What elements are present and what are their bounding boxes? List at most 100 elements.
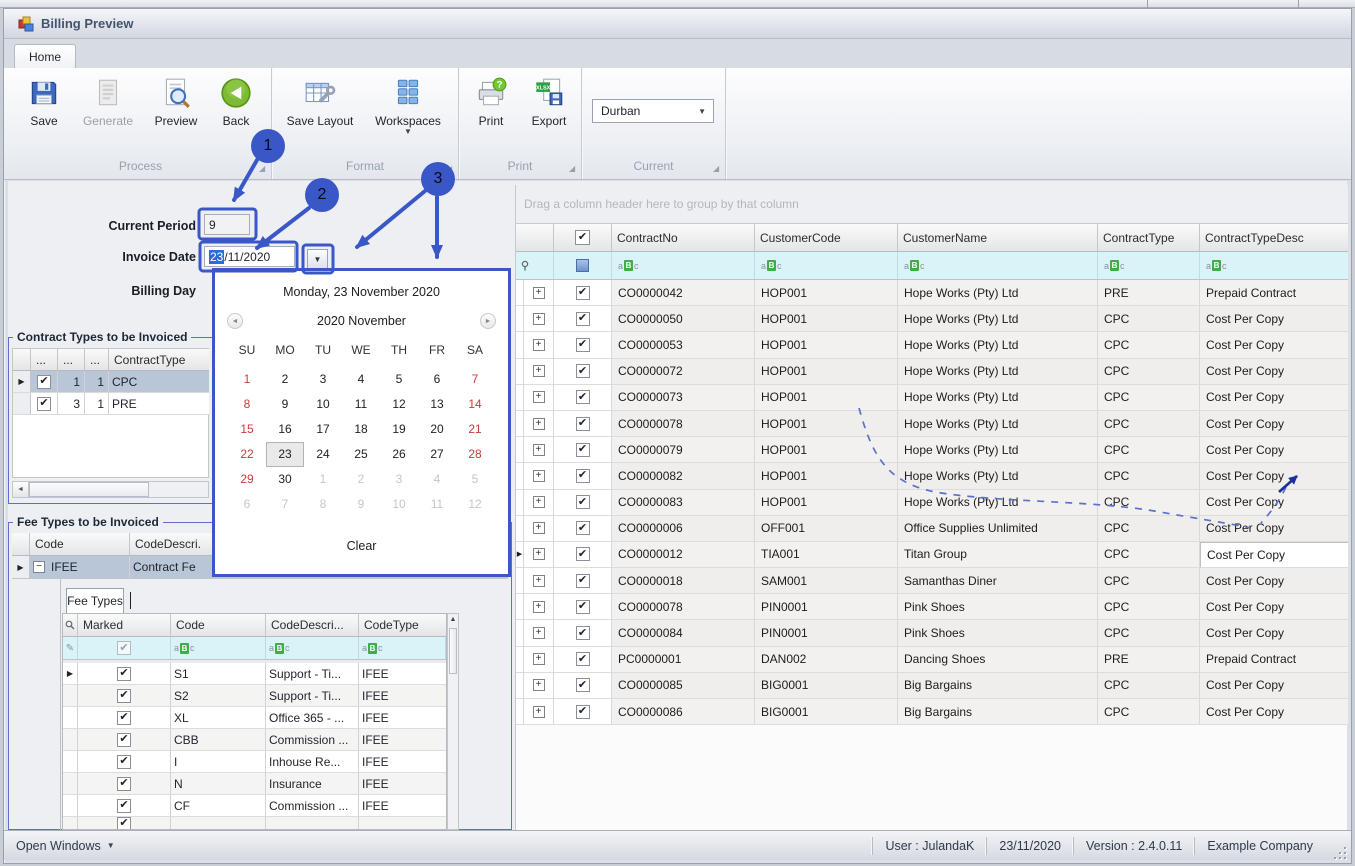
cell-contract-no[interactable]: CO0000085 [612, 673, 755, 699]
cell-contract-type-desc[interactable]: Cost Per Copy [1200, 542, 1348, 568]
checkbox-cell[interactable]: ✔ [78, 817, 171, 830]
cell-customer-code[interactable]: TIA001 [755, 542, 898, 568]
contract-type-row[interactable]: ✔31PRE [13, 393, 209, 415]
cell-customer-code[interactable]: HOP001 [755, 385, 898, 411]
checkbox-cell[interactable]: ✔ [554, 306, 612, 332]
checkbox-icon[interactable]: ✔ [576, 364, 590, 378]
calendar-day[interactable]: 22 [228, 442, 266, 467]
checkbox-cell[interactable]: ✔ [31, 393, 58, 414]
fee-type-row[interactable]: ✔S2Support - Ti...IFEE [63, 685, 446, 707]
cell-contract-type[interactable]: CPC [1098, 542, 1200, 568]
cell-code[interactable]: S2 [171, 685, 266, 706]
cell-customer-name[interactable]: Pink Shoes [898, 620, 1098, 646]
cell-description[interactable]: Inhouse Re... [266, 751, 359, 772]
column-header-codedescription[interactable]: CodeDescri... [266, 614, 359, 637]
select-all-checkbox[interactable]: ✔ [554, 224, 612, 252]
cell-contract-type-desc[interactable]: Cost Per Copy [1200, 673, 1348, 699]
title-bar[interactable]: Billing Preview [4, 9, 1351, 39]
cell-contract-type-desc[interactable]: Cost Per Copy [1200, 594, 1348, 620]
expand-icon[interactable]: + [533, 601, 545, 613]
column-header-customercode[interactable]: CustomerCode [755, 224, 898, 252]
cell-code[interactable]: CBB [171, 729, 266, 750]
dialog-launcher-icon[interactable]: ◢ [569, 165, 577, 173]
fee-type-row[interactable]: ✔NInsuranceIFEE [63, 773, 446, 795]
calendar-day[interactable]: 2 [266, 367, 304, 392]
cell-contract-type[interactable]: PRE [1098, 280, 1200, 306]
filter-cell[interactable]: aBc [1098, 252, 1200, 279]
cell-customer-name[interactable]: Hope Works (Pty) Ltd [898, 280, 1098, 306]
cell-codetype[interactable]: IFEE [359, 773, 446, 794]
calendar-day[interactable]: 24 [304, 442, 342, 467]
checkbox-icon[interactable]: ✔ [117, 799, 131, 813]
filter-checkbox[interactable]: ✔ [78, 637, 171, 659]
cell-contract-no[interactable]: CO0000082 [612, 463, 755, 489]
expand-cell[interactable]: + [524, 437, 554, 463]
expand-icon[interactable]: + [533, 365, 545, 377]
collapse-icon[interactable]: − [33, 561, 45, 573]
cell-customer-code[interactable]: HOP001 [755, 490, 898, 516]
expand-cell[interactable]: + [524, 673, 554, 699]
cell-customer-name[interactable]: Hope Works (Pty) Ltd [898, 463, 1098, 489]
dialog-launcher-icon[interactable]: ◢ [446, 165, 454, 173]
calendar-day[interactable]: 3 [380, 467, 418, 492]
calendar-day[interactable]: 21 [456, 417, 494, 442]
cell-description[interactable]: Support - Ti... [266, 685, 359, 706]
vertical-scrollbar[interactable]: ▲ [447, 613, 459, 830]
calendar-day[interactable]: 16 [266, 417, 304, 442]
cell-codetype[interactable] [359, 817, 446, 830]
contract-row[interactable]: +✔CO0000083HOP001Hope Works (Pty) LtdCPC… [516, 490, 1348, 516]
checkbox-icon[interactable]: ✔ [576, 443, 590, 457]
checkbox-icon[interactable]: ✔ [576, 626, 590, 640]
expand-cell[interactable]: + [524, 463, 554, 489]
calendar-day[interactable]: 7 [266, 492, 304, 517]
column-header-contracttype[interactable]: ContractType [1098, 224, 1200, 252]
cell-number[interactable]: 1 [85, 393, 109, 414]
checkbox-cell[interactable]: ✔ [554, 699, 612, 725]
expand-icon[interactable]: + [533, 313, 545, 325]
contract-row[interactable]: +✔CO0000085BIG0001Big BargainsCPCCost Pe… [516, 673, 1348, 699]
calendar-day[interactable]: 18 [342, 417, 380, 442]
cell-code[interactable]: CF [171, 795, 266, 816]
checkbox-icon[interactable]: ✔ [576, 286, 590, 300]
cell-description[interactable]: Insurance [266, 773, 359, 794]
checkbox-cell[interactable]: ✔ [554, 385, 612, 411]
cell-customer-code[interactable]: PIN0001 [755, 594, 898, 620]
cell-number[interactable]: 1 [58, 371, 85, 392]
cell-code[interactable]: I [171, 751, 266, 772]
cell-codetype[interactable]: IFEE [359, 685, 446, 706]
expand-icon[interactable]: + [533, 548, 545, 560]
filter-cell[interactable]: aBc [755, 252, 898, 279]
filter-cell[interactable]: aBc [266, 637, 359, 659]
calendar-day[interactable]: 8 [228, 392, 266, 417]
contract-row[interactable]: +✔CO0000050HOP001Hope Works (Pty) LtdCPC… [516, 306, 1348, 332]
fee-type-row[interactable]: ✔IInhouse Re...IFEE [63, 751, 446, 773]
contract-row[interactable]: +✔CO0000072HOP001Hope Works (Pty) LtdCPC… [516, 359, 1348, 385]
cell-contract-type[interactable]: CPC [1098, 699, 1200, 725]
cell-contract-type-desc[interactable]: Prepaid Contract [1200, 647, 1348, 673]
cell-contract-type[interactable]: CPC [1098, 568, 1200, 594]
calendar-day[interactable]: 6 [418, 367, 456, 392]
calendar-day[interactable]: 29 [228, 467, 266, 492]
cell-codetype[interactable]: IFEE [359, 663, 446, 684]
cell-contract-no[interactable]: CO0000053 [612, 332, 755, 358]
cell-customer-code[interactable]: OFF001 [755, 516, 898, 542]
checkbox-icon[interactable]: ✔ [576, 495, 590, 509]
cell-customer-name[interactable]: Hope Works (Pty) Ltd [898, 411, 1098, 437]
column-header-code[interactable]: Code [30, 533, 130, 556]
horizontal-scrollbar[interactable]: ◄ [12, 481, 209, 498]
calendar-day[interactable]: 9 [342, 492, 380, 517]
checkbox-cell[interactable]: ✔ [554, 332, 612, 358]
checkbox-cell[interactable]: ✔ [554, 280, 612, 306]
cell-codetype[interactable]: IFEE [359, 707, 446, 728]
filter-checkbox[interactable] [554, 252, 612, 279]
cell-contract-type[interactable]: CPC [1098, 620, 1200, 646]
checkbox-icon[interactable]: ✔ [576, 652, 590, 666]
calendar-day[interactable]: 12 [380, 392, 418, 417]
checkbox-cell[interactable]: ✔ [78, 685, 171, 706]
checkbox-cell[interactable]: ✔ [554, 647, 612, 673]
cell-code[interactable]: N [171, 773, 266, 794]
calendar-day[interactable]: 17 [304, 417, 342, 442]
expand-icon[interactable]: + [533, 653, 545, 665]
checkbox-icon[interactable]: ✔ [576, 678, 590, 692]
cell-contract-type-desc[interactable]: Prepaid Contract [1200, 280, 1348, 306]
